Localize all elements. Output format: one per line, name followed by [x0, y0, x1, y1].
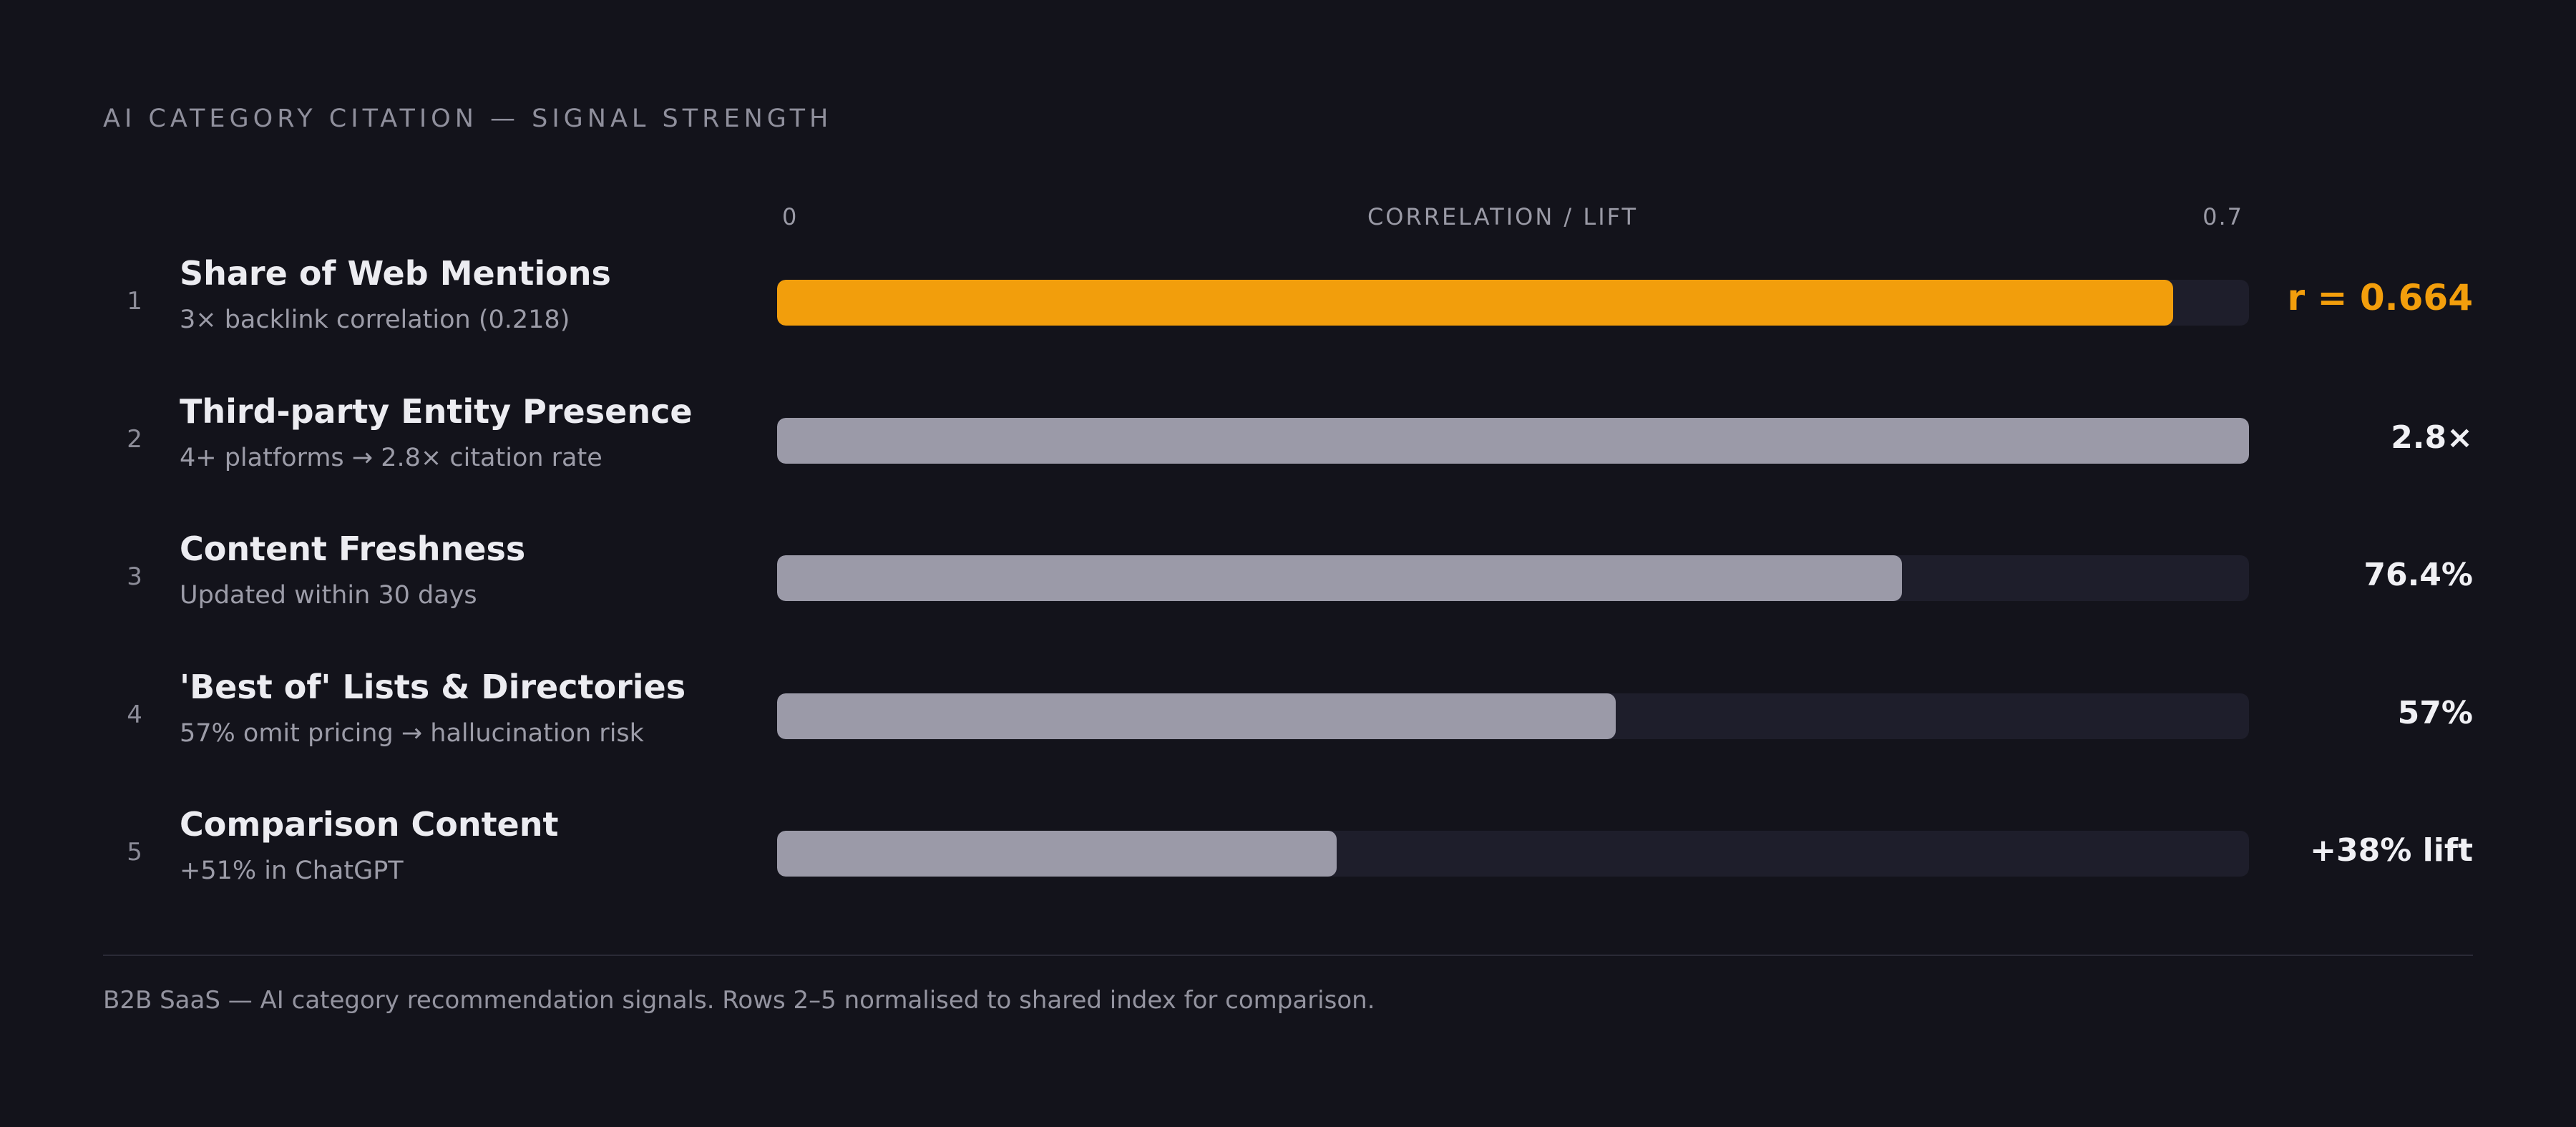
data-label: 76.4% [2363, 557, 2473, 593]
row-label: Third-party Entity Presence [180, 392, 693, 431]
axis-min-tick: 0 [782, 203, 799, 230]
x-axis-label: CORRELATION / LIFT [1367, 203, 1639, 230]
data-label: +38% lift [2310, 832, 2473, 869]
data-label: 2.8× [2391, 419, 2473, 456]
row-subtitle: 4+ platforms → 2.8× citation rate [180, 444, 602, 472]
row-rank-text: 1 [127, 287, 142, 316]
row-subtitle: +51% in ChatGPT [180, 857, 404, 885]
bar-track [777, 693, 2249, 739]
bar [777, 693, 1616, 739]
chart-row: 1 Share of Web Mentions 3× backlink corr… [0, 247, 2576, 354]
row-label: Comparison Content [180, 805, 559, 844]
row-rank-text: 3 [127, 562, 142, 591]
chart-row: 3 Content Freshness Updated within 30 da… [0, 522, 2576, 630]
chart-title: AI CATEGORY CITATION — SIGNAL STRENGTH [103, 104, 833, 133]
chart-row: 2 Third-party Entity Presence 4+ platfor… [0, 385, 2576, 492]
bar [777, 555, 1903, 601]
chart-row: 5 Comparison Content +51% in ChatGPT +38… [0, 798, 2576, 905]
bar-track [777, 555, 2249, 601]
chart-row: 4 'Best of' Lists & Directories 57% omit… [0, 660, 2576, 768]
row-subtitle: Updated within 30 days [180, 581, 477, 610]
bar-track [777, 831, 2249, 877]
bar [777, 831, 1337, 877]
row-label: Content Freshness [180, 530, 526, 568]
axis-max-tick: 0.7 [2202, 203, 2243, 230]
row-rank-text: 4 [127, 701, 142, 729]
row-subtitle: 3× backlink correlation (0.218) [180, 306, 570, 334]
divider [103, 955, 2473, 956]
row-label: Share of Web Mentions [180, 254, 611, 293]
row-rank-text: 2 [127, 425, 142, 454]
row-rank-text: 5 [127, 838, 142, 867]
row-label: 'Best of' Lists & Directories [180, 668, 686, 706]
bar-track [777, 418, 2249, 464]
data-label: r = 0.664 [2287, 277, 2473, 318]
bar [777, 280, 2174, 326]
footnote: B2B SaaS — AI category recommendation si… [103, 986, 1375, 1015]
data-label: 57% [2397, 695, 2473, 731]
bar [777, 418, 2249, 464]
row-subtitle: 57% omit pricing → hallucination risk [180, 719, 644, 748]
bar-track [777, 280, 2249, 326]
